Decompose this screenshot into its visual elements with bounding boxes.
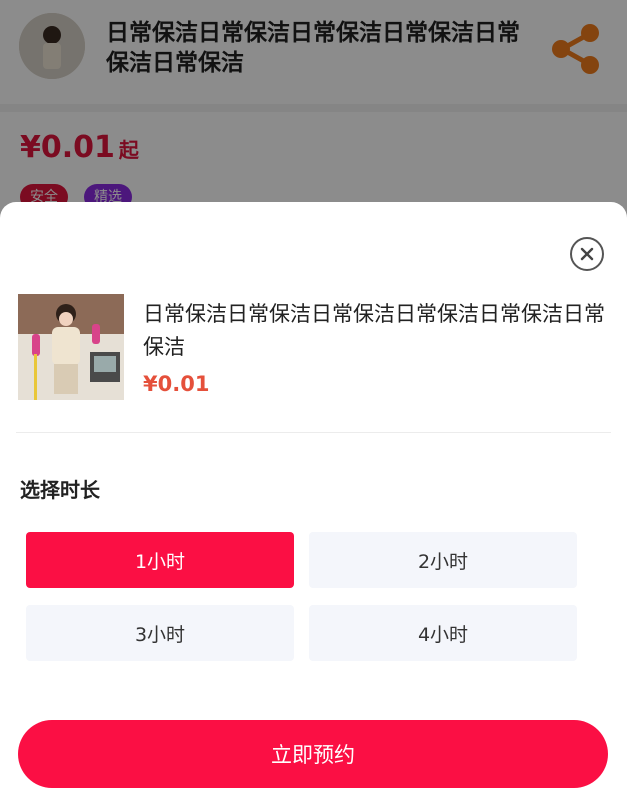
section-title: 选择时长 xyxy=(20,478,100,502)
duration-option-3h[interactable]: 3小时 xyxy=(26,605,294,661)
book-now-button[interactable]: 立即预约 xyxy=(18,720,608,788)
divider xyxy=(16,432,611,433)
product-price: ¥0.01 xyxy=(143,372,210,396)
duration-option-4h[interactable]: 4小时 xyxy=(309,605,577,661)
duration-option-2h[interactable]: 2小时 xyxy=(309,532,577,588)
product-image xyxy=(18,294,124,400)
duration-option-1h[interactable]: 1小时 xyxy=(26,532,294,588)
product-title: 日常保洁日常保洁日常保洁日常保洁日常保洁日常保洁 xyxy=(143,302,605,359)
close-icon xyxy=(580,247,594,261)
close-button[interactable] xyxy=(570,237,604,271)
duration-selection-sheet: 日常保洁日常保洁日常保洁日常保洁日常保洁日常保洁 ¥0.01 选择时长 1小时 … xyxy=(0,202,627,793)
